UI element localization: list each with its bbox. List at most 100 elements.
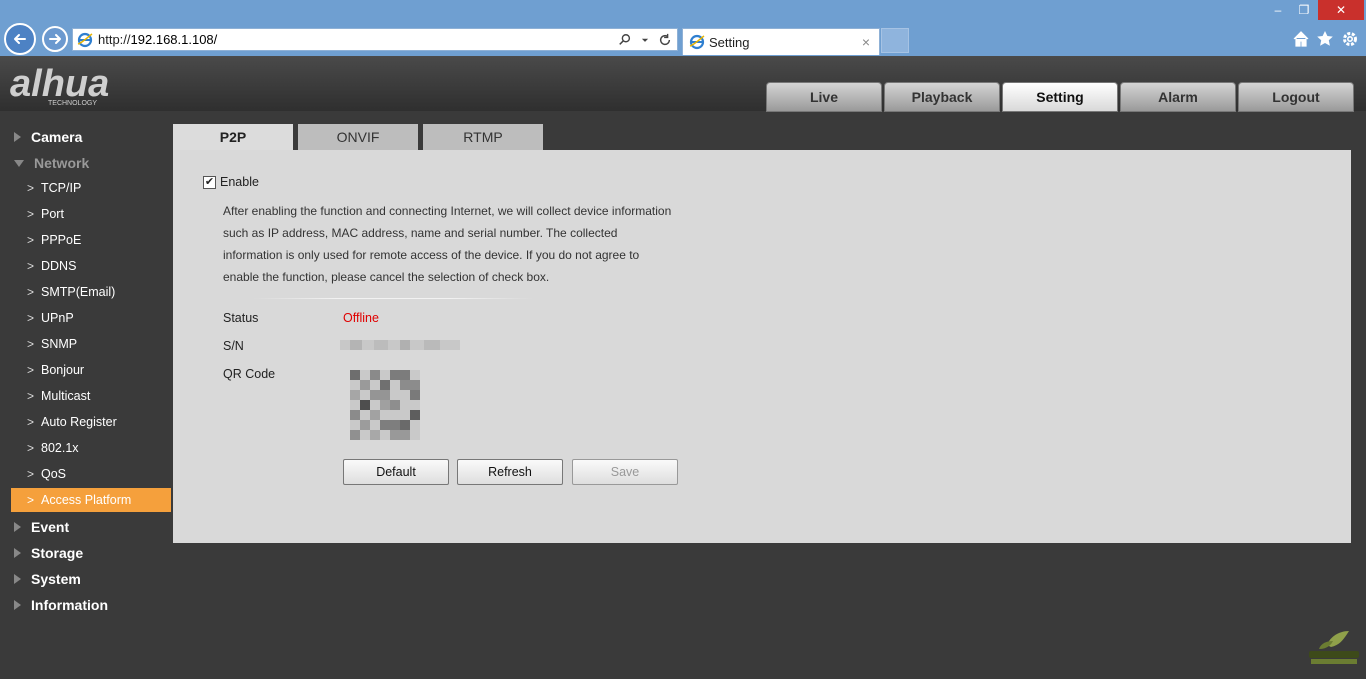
divider — [253, 298, 533, 299]
sidebar-item-port[interactable]: > Port — [11, 202, 171, 226]
expand-arrow-icon — [14, 132, 21, 142]
restore-button[interactable]: ❐ — [1292, 0, 1316, 20]
sidebar-group-information[interactable]: Information — [14, 595, 108, 615]
sidebar-item-label: PPPoE — [41, 233, 82, 247]
close-icon[interactable]: × — [859, 34, 873, 50]
enable-label: Enable — [220, 175, 259, 189]
chevron-right-icon: > — [27, 207, 35, 221]
sidebar-item-label: SNMP — [41, 337, 78, 351]
chevron-right-icon: > — [27, 311, 35, 325]
sidebar-item-tcpip[interactable]: > TCP/IP — [11, 176, 171, 200]
content-tabs: P2P ONVIF RTMP — [173, 124, 543, 150]
sidebar-group-camera[interactable]: Camera — [14, 127, 82, 147]
tab-playback[interactable]: Playback — [884, 82, 1000, 112]
sidebar-item-qos[interactable]: > QoS — [11, 462, 171, 486]
chevron-right-icon: > — [27, 285, 35, 299]
chevron-right-icon: > — [27, 389, 35, 403]
window-close-button[interactable]: ✕ — [1318, 0, 1364, 20]
dropdown-icon[interactable] — [637, 32, 653, 48]
tab-logout[interactable]: Logout — [1238, 82, 1354, 112]
svg-text:TECHNOLOGY: TECHNOLOGY — [48, 100, 97, 107]
collapse-arrow-icon — [14, 159, 24, 167]
dahua-logo: alhua TECHNOLOGY — [10, 64, 109, 107]
sidebar-group-system[interactable]: System — [14, 569, 81, 589]
sidebar-item-snmp[interactable]: > SNMP — [11, 332, 171, 356]
address-bar[interactable]: http://192.168.1.108/ — [72, 28, 678, 51]
sidebar-item-access-platform[interactable]: > Access Platform — [11, 488, 171, 512]
sidebar-item-auto-register[interactable]: > Auto Register — [11, 410, 171, 434]
p2p-panel: ✔ Enable After enabling the function and… — [173, 150, 1351, 543]
sidebar-item-label: 802.1x — [41, 441, 79, 455]
tab-setting[interactable]: Setting — [1002, 82, 1118, 112]
sidebar-group-label: Information — [31, 597, 108, 613]
chevron-right-icon: > — [27, 259, 35, 273]
tab-onvif[interactable]: ONVIF — [298, 124, 418, 150]
sidebar: Camera Network > TCP/IP > Port > PPPoE > DDN… — [0, 111, 172, 679]
refresh-icon[interactable] — [657, 32, 673, 48]
top-nav: Live Playback Setting Alarm Logout — [766, 82, 1354, 112]
minimize-button[interactable]: – — [1266, 0, 1290, 20]
p2p-description: After enabling the function and connecti… — [223, 200, 693, 288]
sidebar-item-label: Bonjour — [41, 363, 85, 377]
chevron-right-icon: > — [27, 493, 35, 507]
enable-row: ✔ Enable — [203, 175, 259, 189]
browser-chrome: http://192.168.1.108/ Setting × – ❐ ✕ — [0, 0, 1366, 56]
sidebar-group-storage[interactable]: Storage — [14, 543, 83, 563]
expand-arrow-icon — [14, 574, 21, 584]
sidebar-item-ddns[interactable]: > DDNS — [11, 254, 171, 278]
sidebar-group-network[interactable]: Network — [14, 153, 89, 173]
chevron-right-icon: > — [27, 441, 35, 455]
save-button[interactable]: Save — [572, 459, 678, 485]
sidebar-item-8021x[interactable]: >802.1x — [11, 436, 171, 460]
refresh-button[interactable]: Refresh — [457, 459, 563, 485]
description-line: enable the function, please cancel the s… — [223, 270, 550, 284]
gear-icon[interactable] — [1341, 30, 1359, 48]
tab-p2p[interactable]: P2P — [173, 124, 293, 150]
sidebar-item-label: TCP/IP — [41, 181, 82, 195]
sidebar-item-label: Port — [41, 207, 64, 221]
sidebar-item-label: UPnP — [41, 311, 74, 325]
sidebar-item-label: DDNS — [41, 259, 77, 273]
qr-code-label: QR Code — [223, 367, 276, 381]
browser-tab[interactable]: Setting × — [682, 28, 880, 55]
sidebar-group-label: Storage — [31, 545, 84, 561]
chevron-right-icon: > — [27, 467, 35, 481]
description-line: such as IP address, MAC address, name an… — [223, 226, 618, 240]
expand-arrow-icon — [14, 522, 21, 532]
chevron-right-icon: > — [27, 181, 35, 195]
sidebar-item-smtp[interactable]: > SMTP(Email) — [11, 280, 171, 304]
sidebar-item-bonjour[interactable]: > Bonjour — [11, 358, 171, 382]
arrow-left-icon — [14, 34, 26, 44]
chevron-right-icon: > — [27, 415, 35, 429]
qr-code-image — [350, 370, 420, 440]
forward-button[interactable] — [42, 26, 68, 52]
tab-alarm[interactable]: Alarm — [1120, 82, 1236, 112]
expand-arrow-icon — [14, 600, 21, 610]
tab-rtmp[interactable]: RTMP — [423, 124, 543, 150]
sidebar-item-label: Auto Register — [41, 415, 117, 429]
sidebar-item-upnp[interactable]: > UPnP — [11, 306, 171, 330]
sidebar-group-label: System — [31, 571, 81, 587]
address-url[interactable]: http://192.168.1.108/ — [98, 32, 617, 47]
search-icon[interactable] — [617, 32, 633, 48]
tab-live[interactable]: Live — [766, 82, 882, 112]
default-button[interactable]: Default — [343, 459, 449, 485]
expand-arrow-icon — [14, 548, 21, 558]
arrow-right-icon — [49, 34, 61, 44]
back-button[interactable] — [4, 23, 36, 55]
chevron-right-icon: > — [27, 363, 35, 377]
watermark-logo — [1309, 631, 1359, 664]
enable-checkbox[interactable]: ✔ — [203, 175, 216, 189]
sidebar-item-pppoe[interactable]: > PPPoE — [11, 228, 171, 252]
home-icon[interactable] — [1292, 30, 1310, 48]
new-tab-button[interactable] — [881, 28, 909, 53]
sidebar-item-label: QoS — [41, 467, 67, 481]
sidebar-group-label: Event — [31, 519, 70, 535]
description-line: information is only used for remote acce… — [223, 248, 640, 262]
star-icon[interactable] — [1316, 30, 1334, 48]
status-value: Offline — [343, 311, 379, 325]
ie-page-icon — [77, 32, 93, 47]
status-label: Status — [223, 311, 259, 325]
sidebar-item-multicast[interactable]: > Multicast — [11, 384, 171, 408]
sidebar-group-event[interactable]: Event — [14, 517, 69, 537]
